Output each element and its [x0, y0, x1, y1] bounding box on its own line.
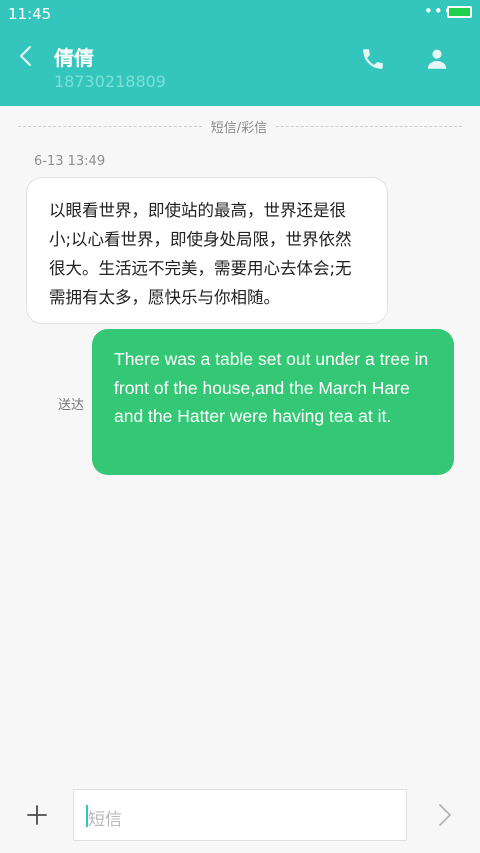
- back-arrow-icon: [19, 45, 32, 67]
- delivery-status: 送达: [58, 398, 85, 413]
- outgoing-message-bubble[interactable]: There was a table set out under a tree i…: [92, 329, 454, 475]
- message-input[interactable]: 短信: [73, 789, 407, 841]
- incoming-message-bubble[interactable]: 以眼看世界，即使站的最高，世界还是很小;以心看世界，即使身处局限，世界依然很大。…: [26, 177, 388, 324]
- divider-line: [276, 126, 462, 127]
- send-button[interactable]: [432, 801, 458, 829]
- conversation-header: 倩倩 18730218809: [0, 28, 480, 106]
- status-bar: 11:45 •••: [0, 0, 480, 28]
- phone-icon: [363, 49, 383, 69]
- battery-icon: [447, 6, 472, 18]
- send-chevron-icon: [439, 804, 451, 826]
- contact-profile-button[interactable]: [424, 46, 450, 72]
- message-type-label: 短信/彩信: [210, 121, 268, 136]
- call-button[interactable]: [360, 46, 386, 72]
- back-button[interactable]: [14, 42, 42, 72]
- message-timestamp: 6-13 13:49: [34, 154, 106, 169]
- contact-number: 18730218809: [54, 72, 166, 91]
- add-attachment-button[interactable]: [22, 800, 52, 830]
- message-input-placeholder: 短信: [88, 810, 122, 830]
- battery-fill: [449, 8, 470, 16]
- message-type-divider: 短信/彩信: [0, 116, 480, 136]
- status-time: 11:45: [8, 5, 52, 23]
- plus-icon: [27, 805, 47, 825]
- person-icon: [427, 49, 447, 69]
- divider-line: [18, 126, 202, 127]
- contact-name: 倩倩: [54, 46, 94, 70]
